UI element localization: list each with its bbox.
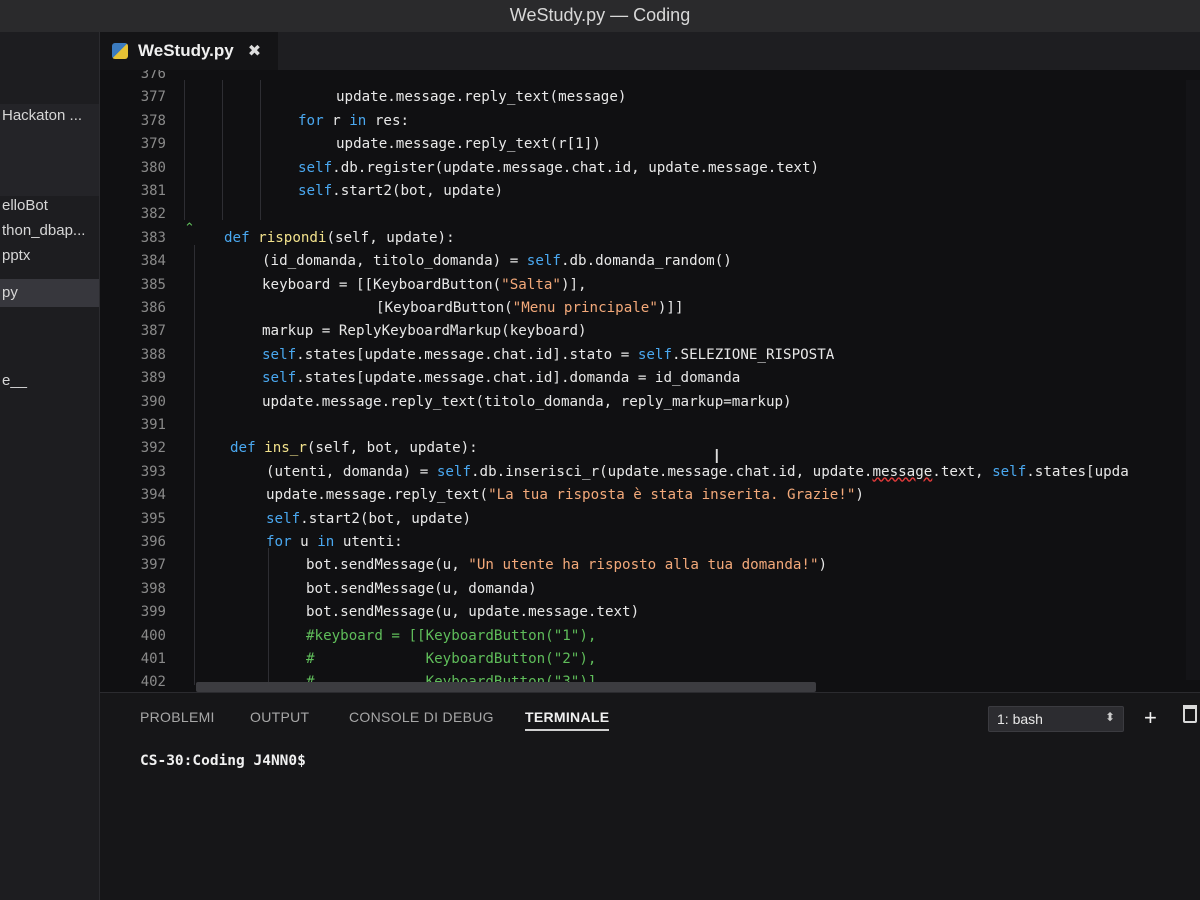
tab-terminale[interactable]: TERMINALE	[525, 709, 610, 731]
new-terminal-button[interactable]: +	[1144, 705, 1157, 731]
code-line[interactable]: [KeyboardButton("Menu principale")]]	[376, 300, 684, 316]
chevron-updown-icon: ⬍	[1104, 710, 1115, 724]
code-line[interactable]: for r in res:	[298, 113, 409, 129]
code-line[interactable]: for u in utenti:	[266, 534, 403, 550]
code-editor[interactable]: 376 377 378 379 380 381 382 383 384 385 386 387 388 3…	[100, 70, 1200, 692]
code-line[interactable]: (id_domanda, titolo_domanda) = self.db.d…	[262, 253, 732, 269]
code-area[interactable]: update.message.reply_text(message)for r …	[100, 70, 1200, 692]
code-line[interactable]: self.db.register(update.message.chat.id,…	[298, 160, 819, 176]
sidebar-item-init[interactable]: e__	[2, 372, 27, 389]
code-line[interactable]: bot.sendMessage(u, update.message.text)	[306, 604, 639, 620]
terminal-select-value: 1: bash	[997, 711, 1043, 727]
code-line[interactable]: keyboard = [[KeyboardButton("Salta")],	[262, 277, 587, 293]
explorer-sidebar: Hackaton ... elloBot thon_dbap... pptx p…	[0, 32, 100, 900]
tab-output[interactable]: OUTPUT	[250, 709, 309, 725]
code-line[interactable]: self.start2(bot, update)	[298, 183, 503, 199]
bottom-panel: PROBLEMI OUTPUT CONSOLE DI DEBUG TERMINA…	[100, 692, 1200, 900]
indent-guide	[222, 80, 223, 220]
indent-guide	[184, 80, 185, 220]
title-bar: WeStudy.py — Coding	[0, 0, 1200, 32]
code-line[interactable]: self.states[update.message.chat.id].doma…	[262, 370, 740, 386]
terminal-select[interactable]: 1: bash ⬍	[988, 706, 1124, 732]
tab-westudy-py[interactable]: WeStudy.py ✖	[100, 32, 278, 70]
code-line[interactable]: #keyboard = [[KeyboardButton("1"),	[306, 628, 596, 644]
terminal-prompt[interactable]: CS-30:Coding J4NN0$	[140, 753, 306, 769]
window-title: WeStudy.py — Coding	[509, 5, 691, 25]
code-line[interactable]: self.start2(bot, update)	[266, 511, 471, 527]
code-line[interactable]: bot.sendMessage(u, domanda)	[306, 581, 537, 597]
sidebar-item-python-dbapi[interactable]: thon_dbap...	[2, 222, 85, 239]
indent-guide	[194, 245, 195, 685]
sidebar-item-pptx[interactable]: pptx	[2, 247, 30, 264]
code-line[interactable]: (utenti, domanda) = self.db.inserisci_r(…	[266, 464, 1129, 480]
code-line[interactable]: self.states[update.message.chat.id].stat…	[262, 347, 834, 363]
vertical-scrollbar[interactable]	[1186, 80, 1200, 680]
code-line[interactable]: def rispondi(self, update):	[224, 230, 455, 246]
editor-tab-bar: WeStudy.py ✖	[100, 32, 1200, 70]
tab-label: WeStudy.py	[138, 41, 234, 60]
code-line[interactable]: def ins_r(self, bot, update):	[230, 440, 478, 456]
code-line[interactable]: update.message.reply_text(message)	[336, 89, 626, 105]
text-cursor-icon: I	[714, 446, 720, 468]
trash-icon[interactable]	[1183, 705, 1197, 723]
indent-guide	[268, 548, 269, 688]
fold-marker-icon[interactable]: ⌃	[184, 220, 195, 236]
python-file-icon	[112, 43, 128, 59]
code-line[interactable]: update.message.reply_text(titolo_domanda…	[262, 394, 792, 410]
horizontal-scrollbar[interactable]	[196, 682, 816, 692]
code-line[interactable]: # KeyboardButton("2"),	[306, 651, 596, 667]
close-icon[interactable]: ✖	[248, 41, 261, 61]
sidebar-item-hackaton[interactable]: Hackaton ...	[2, 107, 82, 124]
code-line[interactable]: update.message.reply_text("La tua rispos…	[266, 487, 864, 503]
code-line[interactable]: update.message.reply_text(r[1])	[336, 136, 601, 152]
indent-guide	[260, 80, 261, 220]
code-line[interactable]: bot.sendMessage(u, "Un utente ha rispost…	[306, 557, 827, 573]
code-line[interactable]: markup = ReplyKeyboardMarkup(keyboard)	[262, 323, 587, 339]
tab-problemi[interactable]: PROBLEMI	[140, 709, 215, 725]
sidebar-item-hellobot[interactable]: elloBot	[2, 197, 48, 214]
sidebar-item-westudy-py[interactable]: py	[0, 279, 99, 307]
tab-console-di-debug[interactable]: CONSOLE DI DEBUG	[349, 709, 494, 725]
